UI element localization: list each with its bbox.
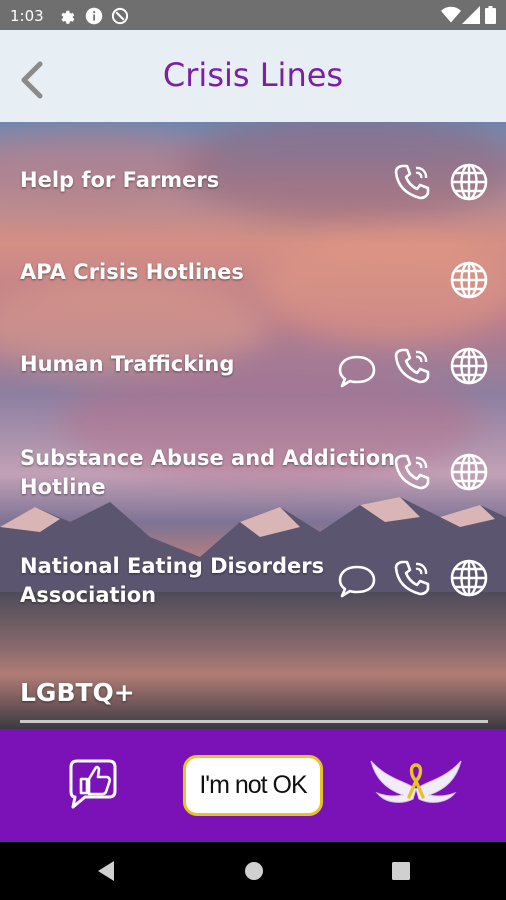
status-bar: 1:03 (0, 0, 506, 30)
nav-back-icon[interactable] (96, 860, 116, 882)
phone-icon[interactable] (392, 162, 432, 202)
battery-icon (485, 6, 496, 24)
list-item-label-line: National Eating Disorders (20, 554, 325, 578)
list-item-label-line: Association (20, 583, 157, 607)
list-item-label: Human Trafficking (20, 350, 234, 379)
list-item-label-line: APA Crisis Hotlines (20, 260, 244, 284)
angel-wings-logo-icon[interactable] (365, 751, 467, 813)
phone-icon[interactable] (392, 452, 432, 492)
globe-icon[interactable] (449, 346, 489, 386)
list-item-label-line: Help for Farmers (20, 168, 220, 192)
chat-bubble-icon[interactable] (337, 561, 377, 601)
globe-icon[interactable] (449, 558, 489, 598)
signal-icon (462, 6, 480, 24)
info-icon (85, 7, 103, 25)
phone-icon[interactable] (392, 346, 432, 386)
globe-icon[interactable] (449, 452, 489, 492)
nav-home-icon[interactable] (244, 860, 264, 882)
section-divider (20, 720, 488, 723)
crisis-lines-list[interactable]: Help for Farmers APA Crisis Hotlines Hum… (0, 122, 506, 729)
settings-icon (61, 10, 75, 24)
section-header: LGBTQ+ (20, 678, 135, 707)
wifi-icon (441, 6, 461, 23)
nav-recents-icon[interactable] (391, 860, 411, 882)
page-title: Crisis Lines (162, 56, 344, 94)
data-saver-icon (111, 7, 129, 25)
app-bar: Crisis Lines (0, 30, 506, 122)
bottom-action-bar: I'm not OK (0, 729, 506, 842)
system-nav-bar (0, 842, 506, 900)
list-item-label: APA Crisis Hotlines (20, 258, 244, 287)
list-item-label-line: Substance Abuse and Addiction (20, 446, 396, 470)
feedback-thumbs-up-icon[interactable] (63, 757, 123, 813)
not-ok-button[interactable]: I'm not OK (183, 755, 323, 816)
chat-bubble-icon[interactable] (337, 351, 377, 391)
list-item-label: Substance Abuse and Addiction Hotline (20, 444, 395, 502)
globe-icon[interactable] (449, 260, 489, 300)
list-item-label: Help for Farmers (20, 166, 219, 195)
globe-icon[interactable] (449, 162, 489, 202)
list-item-label-line: Human Trafficking (20, 352, 235, 376)
status-time: 1:03 (10, 7, 44, 25)
phone-icon[interactable] (392, 558, 432, 598)
list-item-label: National Eating Disorders Association (20, 552, 324, 610)
background-landscape (0, 122, 506, 729)
list-item-label-line: Hotline (20, 475, 106, 499)
